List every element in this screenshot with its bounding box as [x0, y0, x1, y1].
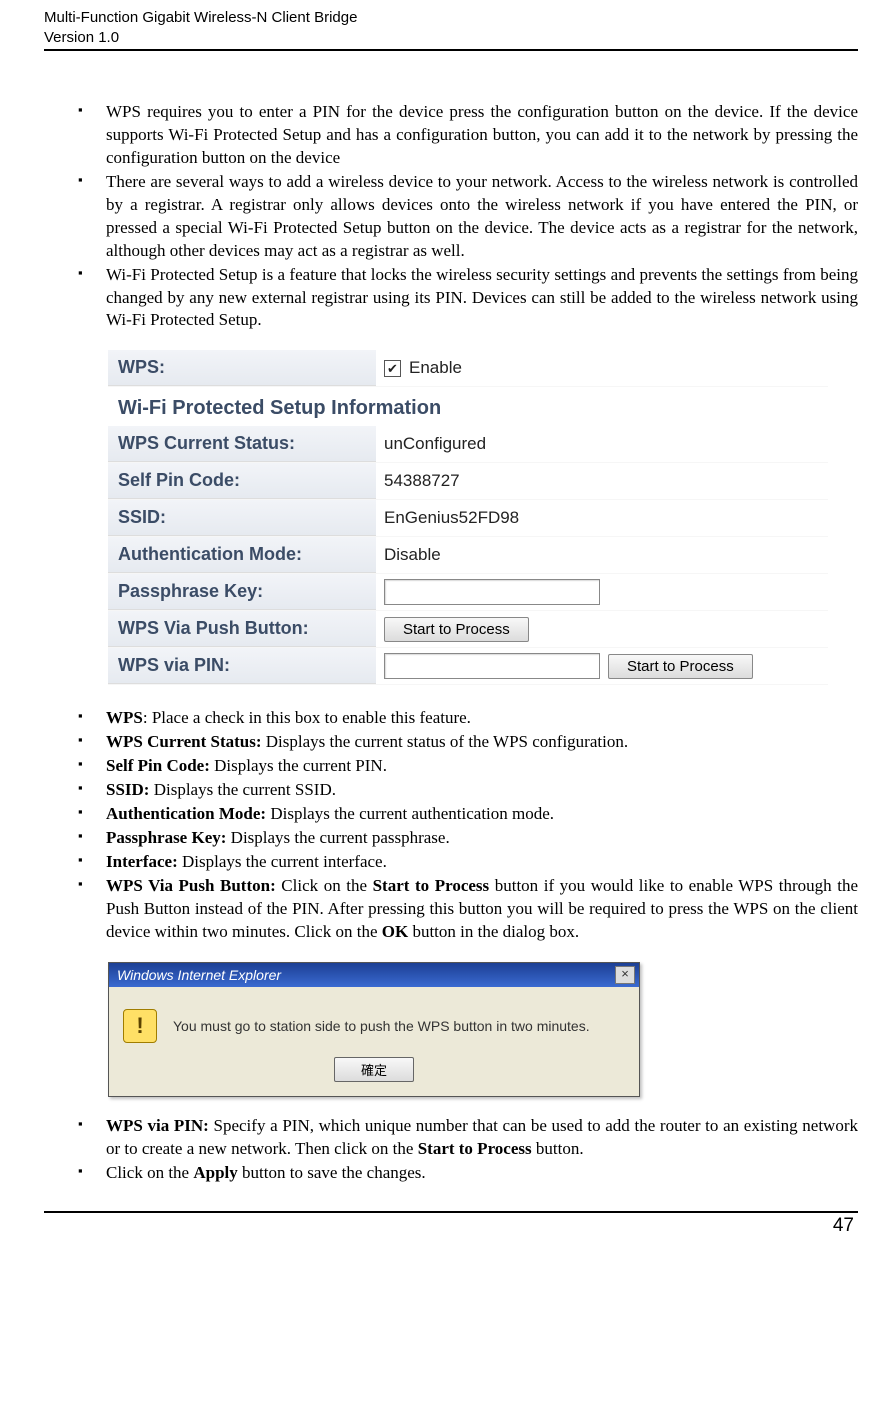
wps-status-label: WPS Current Status:	[108, 426, 376, 462]
ssid-value: EnGenius52FD98	[376, 503, 828, 533]
dialog-ok-button[interactable]: 確定	[334, 1057, 414, 1082]
intro-bullet: There are several ways to add a wireless…	[76, 171, 858, 263]
wps-via-pin-label: WPS via PIN:	[108, 648, 376, 684]
tail-bullet: WPS via PIN: Specify a PIN, which unique…	[76, 1115, 858, 1161]
intro-bullet-list: WPS requires you to enter a PIN for the …	[44, 101, 858, 332]
wps-label: WPS:	[108, 350, 376, 386]
wps-enable-label: Enable	[409, 358, 462, 378]
ie-alert-dialog: Windows Internet Explorer × ! You must g…	[108, 962, 640, 1097]
auth-mode-label: Authentication Mode:	[108, 537, 376, 573]
self-pin-label: Self Pin Code:	[108, 463, 376, 499]
tail-bullet: Click on the Apply button to save the ch…	[76, 1162, 858, 1185]
dialog-body-text: You must go to station side to push the …	[173, 1018, 590, 1034]
wps-pin-start-button[interactable]: Start to Process	[608, 654, 753, 679]
def-bullet: WPS Current Status: Displays the current…	[76, 731, 858, 754]
self-pin-value: 54388727	[376, 466, 828, 496]
dialog-title-text: Windows Internet Explorer	[117, 967, 281, 983]
intro-bullet: Wi-Fi Protected Setup is a feature that …	[76, 264, 858, 333]
def-bullet: Passphrase Key: Displays the current pas…	[76, 827, 858, 850]
wps-settings-panel: WPS: ✔ Enable Wi-Fi Protected Setup Info…	[108, 350, 828, 685]
auth-mode-value: Disable	[376, 540, 828, 570]
wps-status-value: unConfigured	[376, 429, 828, 459]
header-version: Version 1.0	[44, 28, 858, 48]
def-bullet: Authentication Mode: Displays the curren…	[76, 803, 858, 826]
wps-enable-checkbox[interactable]: ✔	[384, 360, 401, 377]
def-bullet: SSID: Displays the current SSID.	[76, 779, 858, 802]
wps-push-start-button[interactable]: Start to Process	[384, 617, 529, 642]
intro-bullet: WPS requires you to enter a PIN for the …	[76, 101, 858, 170]
def-bullet: WPS: Place a check in this box to enable…	[76, 707, 858, 730]
tail-bullet-list: WPS via PIN: Specify a PIN, which unique…	[44, 1115, 858, 1185]
wps-section-title: Wi-Fi Protected Setup Information	[108, 387, 828, 426]
close-icon[interactable]: ×	[615, 966, 635, 984]
def-bullet: Interface: Displays the current interfac…	[76, 851, 858, 874]
page-header: Multi-Function Gigabit Wireless-N Client…	[44, 8, 858, 51]
def-bullet: Self Pin Code: Displays the current PIN.	[76, 755, 858, 778]
definition-bullet-list: WPS: Place a check in this box to enable…	[44, 707, 858, 943]
ssid-label: SSID:	[108, 500, 376, 536]
passphrase-label: Passphrase Key:	[108, 574, 376, 610]
wps-pin-input[interactable]	[384, 653, 600, 679]
def-bullet: WPS Via Push Button: Click on the Start …	[76, 875, 858, 944]
header-title: Multi-Function Gigabit Wireless-N Client…	[44, 8, 858, 28]
wps-push-button-label: WPS Via Push Button:	[108, 611, 376, 647]
warning-icon: !	[123, 1009, 157, 1043]
page-number: 47	[44, 1213, 858, 1243]
passphrase-input[interactable]	[384, 579, 600, 605]
